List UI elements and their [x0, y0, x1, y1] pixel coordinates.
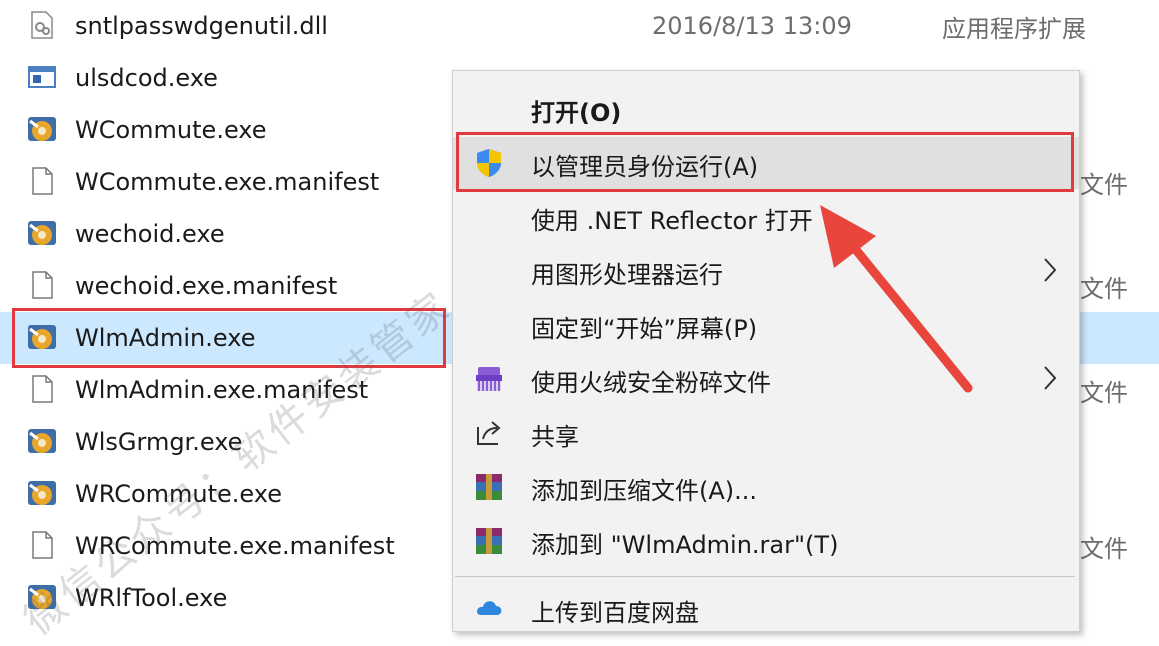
menu-item-label: 添加到压缩文件(A)... [531, 477, 758, 505]
file-type: 文件 [1080, 534, 1128, 563]
file-type: 应用程序扩展 [942, 14, 1086, 43]
dll-file-icon [31, 11, 53, 39]
chevron-right-icon [1044, 366, 1057, 390]
file-type: 文件 [1080, 378, 1128, 407]
winrar-icon [476, 474, 502, 500]
menu-item-pin-to-start[interactable]: 固定到“开始”屏幕(P) [453, 299, 1079, 351]
menu-item-share[interactable]: 共享 [453, 407, 1079, 459]
baidu-netdisk-icon [477, 601, 502, 615]
file-name: WCommute.exe [75, 116, 267, 144]
sentinel-exe-icon [28, 429, 56, 453]
sentinel-exe-icon [28, 117, 56, 141]
run-as-admin-highlight [456, 132, 1074, 192]
chevron-right-icon [1044, 258, 1057, 282]
blank-file-icon [32, 531, 53, 559]
menu-item-add-to-archive[interactable]: 添加到压缩文件(A)... [453, 461, 1079, 513]
file-name: wechoid.exe.manifest [75, 272, 338, 300]
menu-item-label: 使用 .NET Reflector 打开 [531, 207, 813, 235]
blank-file-icon [32, 271, 53, 299]
file-row[interactable]: sntlpasswdgenutil.dll 2016/8/13 13:09 应用… [0, 0, 1159, 52]
file-type: 文件 [1080, 170, 1128, 199]
blank-file-icon [32, 167, 53, 195]
share-icon [477, 421, 501, 445]
menu-item-label: 固定到“开始”屏幕(P) [531, 315, 758, 343]
file-name: WCommute.exe.manifest [75, 168, 380, 196]
menu-item-label: 用图形处理器运行 [531, 261, 723, 289]
menu-item-label: 打开(O) [531, 99, 622, 127]
huorong-shredder-icon [476, 367, 502, 391]
winrar-icon [476, 528, 502, 554]
file-name: wechoid.exe [75, 220, 225, 248]
sentinel-exe-icon [28, 481, 56, 505]
menu-item-open-reflector[interactable]: 使用 .NET Reflector 打开 [453, 191, 1079, 243]
menu-item-add-to-rar[interactable]: 添加到 "WlmAdmin.rar"(T) [453, 515, 1079, 567]
menu-item-open[interactable]: 打开(O) [453, 83, 1079, 135]
menu-separator [455, 576, 1075, 577]
menu-item-label: 上传到百度网盘 [531, 599, 699, 627]
menu-item-upload-baidu[interactable]: 上传到百度网盘 [453, 583, 1079, 635]
file-date: 2016/8/13 13:09 [652, 12, 852, 40]
menu-item-huorong-shred[interactable]: 使用火绒安全粉碎文件 [453, 353, 1079, 405]
app-window-icon [28, 66, 56, 88]
file-type: 文件 [1080, 274, 1128, 303]
menu-item-label: 使用火绒安全粉碎文件 [531, 369, 771, 397]
file-name: sntlpasswdgenutil.dll [75, 12, 328, 40]
menu-item-run-with-gpu[interactable]: 用图形处理器运行 [453, 245, 1079, 297]
blank-file-icon [32, 375, 53, 403]
sentinel-exe-icon [28, 221, 56, 245]
menu-item-label: 共享 [531, 423, 579, 451]
file-name: ulsdcod.exe [75, 64, 218, 92]
menu-item-label: 添加到 "WlmAdmin.rar"(T) [531, 531, 839, 559]
